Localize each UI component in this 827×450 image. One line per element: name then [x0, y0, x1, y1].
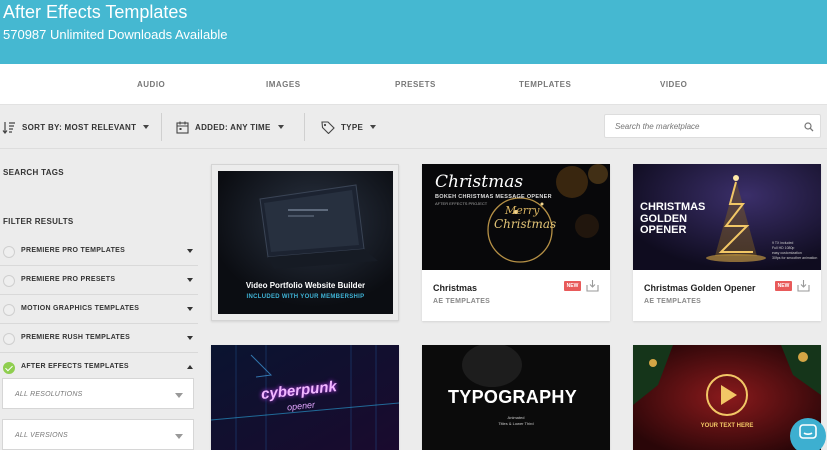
thumb-line: CHRISTMAS — [640, 201, 706, 213]
check-icon[interactable] — [3, 362, 15, 374]
resolution-value: ALL RESOLUTIONS — [15, 391, 83, 398]
download-icon[interactable] — [797, 279, 810, 292]
tag-icon — [321, 120, 335, 134]
chevron-down-icon[interactable] — [187, 307, 193, 311]
radio-button[interactable] — [3, 275, 15, 287]
template-thumbnail[interactable]: Christmas BOKEH CHRISTMAS MESSAGE OPENER… — [422, 164, 610, 270]
new-badge: NEW — [564, 281, 581, 291]
chevron-down-icon — [277, 125, 284, 129]
thumb-subtitle: Titles & Lower Third — [498, 421, 534, 426]
template-thumbnail[interactable]: CHRISTMAS GOLDEN OPENER 9 TX included Fu… — [633, 164, 821, 270]
filter-label: MOTION GRAPHICS TEMPLATES — [21, 305, 140, 312]
card-category[interactable]: AE TEMPLATES — [644, 298, 701, 305]
nav-images[interactable]: IMAGES — [266, 80, 301, 89]
laptop-image — [218, 171, 393, 314]
category-nav: AUDIO IMAGES PRESETS TEMPLATES VIDEO — [0, 64, 827, 105]
thumb-line: BOKEH CHRISTMAS MESSAGE OPENER — [435, 194, 552, 200]
thumb-line: OPENER — [640, 224, 687, 236]
thumb-script: Christmas — [494, 217, 557, 231]
thumb-title: TYPOGRAPHY — [448, 387, 578, 407]
thumb-title: Christmas — [435, 172, 524, 192]
template-card[interactable]: cyberpunk opener — [211, 345, 399, 450]
card-title[interactable]: Christmas — [433, 283, 477, 293]
search-icon[interactable] — [804, 122, 814, 132]
filter-sidebar: SEARCH TAGS FILTER RESULTS PREMIERE PRO … — [0, 150, 200, 450]
nav-templates[interactable]: TEMPLATES — [519, 80, 571, 89]
filter-premiere-rush-templates[interactable]: PREMIERE RUSH TEMPLATES — [0, 324, 198, 353]
nav-audio[interactable]: AUDIO — [137, 80, 165, 89]
template-card[interactable]: TYPOGRAPHY Animated Titles & Lower Third — [422, 345, 610, 450]
template-card[interactable]: Christmas BOKEH CHRISTMAS MESSAGE OPENER… — [422, 164, 610, 321]
type-dropdown[interactable]: TYPE — [304, 113, 377, 141]
chevron-down-icon — [175, 434, 183, 439]
sort-dropdown[interactable]: SORT BY: MOST RELEVANT — [2, 119, 150, 135]
added-dropdown[interactable]: ADDED: ANY TIME — [161, 113, 284, 141]
filter-premiere-pro-presets[interactable]: PREMIERE PRO PRESETS — [0, 266, 198, 295]
filter-label: PREMIERE PRO PRESETS — [21, 276, 116, 283]
template-thumbnail[interactable]: cyberpunk opener — [211, 345, 399, 450]
resolution-select[interactable]: ALL RESOLUTIONS — [2, 378, 194, 409]
thumb-note: 30fps for smoother animation — [772, 256, 818, 260]
search-tags-heading[interactable]: SEARCH TAGS — [3, 168, 64, 177]
promo-title: Video Portfolio Website Builder — [245, 281, 366, 290]
version-value: ALL VERSIONS — [15, 432, 68, 439]
radio-button[interactable] — [3, 333, 15, 345]
sort-icon — [2, 121, 15, 134]
nav-video[interactable]: VIDEO — [660, 80, 687, 89]
chevron-up-icon[interactable] — [187, 365, 193, 369]
promo-thumbnail[interactable] — [218, 171, 393, 314]
chevron-down-icon — [143, 125, 150, 129]
downloads-count: 570987 Unlimited Downloads Available — [3, 27, 228, 42]
promo-card[interactable]: Video Portfolio Website Builder INCLUDED… — [211, 164, 399, 321]
divider — [304, 113, 305, 141]
chevron-down-icon — [175, 393, 183, 398]
page-header: After Effects Templates 570987 Unlimited… — [0, 0, 827, 64]
filter-results-heading: FILTER RESULTS — [3, 217, 74, 226]
nav-presets[interactable]: PRESETS — [395, 80, 436, 89]
added-label: ADDED: ANY TIME — [195, 122, 271, 132]
template-card[interactable]: CHRISTMAS GOLDEN OPENER 9 TX included Fu… — [633, 164, 821, 321]
radio-button[interactable] — [3, 304, 15, 316]
filter-premiere-pro-templates[interactable]: PREMIERE PRO TEMPLATES — [0, 237, 198, 266]
template-thumbnail[interactable]: TYPOGRAPHY Animated Titles & Lower Third — [422, 345, 610, 450]
chevron-down-icon[interactable] — [187, 249, 193, 253]
divider — [161, 113, 162, 141]
thumb-line: AFTER EFFECTS PROJECT — [435, 201, 488, 206]
sort-label: SORT BY: MOST RELEVANT — [22, 122, 137, 132]
search-input[interactable] — [615, 119, 795, 133]
chat-button[interactable] — [790, 418, 826, 450]
filter-label: AFTER EFFECTS TEMPLATES — [21, 363, 129, 370]
thumb-subtitle: Animated — [507, 415, 525, 420]
filter-label: PREMIERE RUSH TEMPLATES — [21, 334, 131, 341]
thumb-notes: 9 TX included Full HD 1080p easy customi… — [772, 241, 817, 261]
chevron-down-icon — [370, 125, 377, 129]
filter-label: PREMIERE PRO TEMPLATES — [21, 247, 126, 254]
card-title[interactable]: Christmas Golden Opener — [644, 283, 756, 293]
marketplace-search[interactable] — [604, 114, 821, 138]
type-label: TYPE — [341, 122, 364, 132]
thumb-script: Merry — [505, 204, 540, 217]
filter-motion-graphics-templates[interactable]: MOTION GRAPHICS TEMPLATES — [0, 295, 198, 324]
chevron-down-icon[interactable] — [187, 278, 193, 282]
version-select[interactable]: ALL VERSIONS — [2, 419, 194, 450]
page-title: After Effects Templates — [3, 2, 188, 22]
radio-button[interactable] — [3, 246, 15, 258]
chat-icon — [799, 424, 817, 439]
new-badge: NEW — [775, 281, 792, 291]
download-icon[interactable] — [586, 279, 599, 292]
calendar-icon — [176, 121, 189, 134]
card-category[interactable]: AE TEMPLATES — [433, 298, 490, 305]
promo-subtitle: INCLUDED WITH YOUR MEMBERSHIP — [246, 294, 365, 300]
chevron-down-icon[interactable] — [187, 336, 193, 340]
